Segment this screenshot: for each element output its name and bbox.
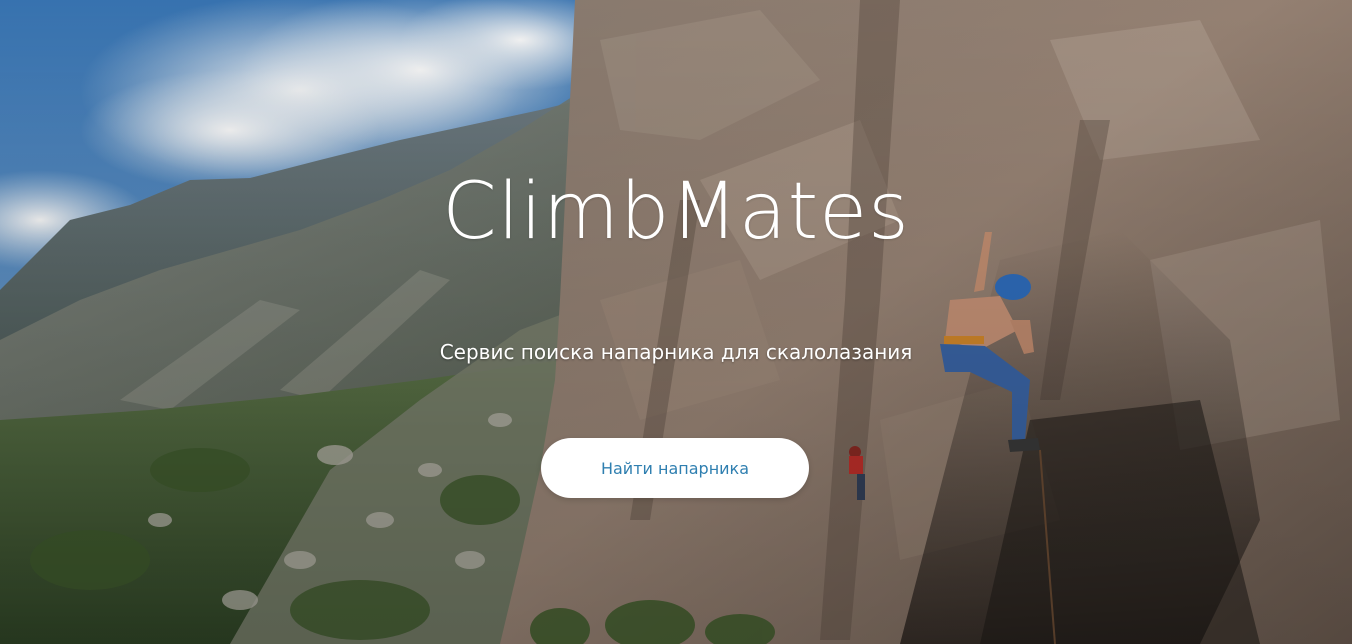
hero-title: ClimbMates: [442, 167, 910, 257]
hero-section: ClimbMates Сервис поиска напарника для с…: [0, 0, 1352, 644]
hero-subtitle: Сервис поиска напарника для скалолазания: [439, 340, 913, 364]
hero-background-image: [0, 0, 1352, 644]
find-partner-button[interactable]: Найти напарника: [541, 438, 809, 498]
